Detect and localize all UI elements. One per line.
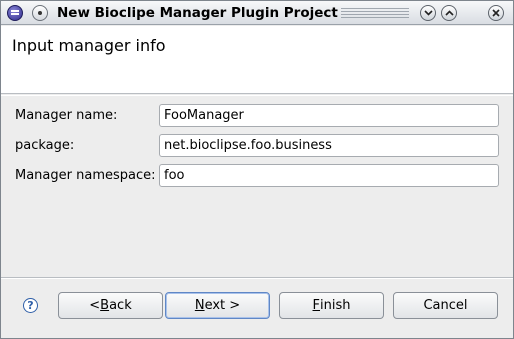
finish-button[interactable]: Finish	[279, 292, 384, 319]
back-label-rest: ack	[109, 298, 132, 313]
namespace-input[interactable]	[159, 164, 499, 187]
next-button[interactable]: Next >	[165, 292, 270, 319]
wizard-banner: Input manager info	[1, 26, 513, 94]
package-row: package:	[1, 134, 513, 158]
back-button[interactable]: < Back	[58, 292, 163, 319]
back-mnemonic: B	[100, 298, 110, 313]
window-menu-icon[interactable]	[32, 5, 48, 21]
wizard-dialog: New Bioclipe Manager Plugin Project Inpu…	[0, 0, 514, 339]
chevron-up-icon	[444, 10, 454, 16]
manager-name-input[interactable]	[159, 104, 499, 127]
package-label: package:	[15, 138, 75, 153]
finish-mnemonic: F	[312, 298, 320, 313]
namespace-label: Manager namespace:	[15, 168, 156, 183]
minimize-button[interactable]	[420, 5, 436, 21]
next-mnemonic: N	[194, 298, 205, 313]
manager-name-label: Manager name:	[15, 108, 118, 123]
finish-label-rest: inish	[320, 298, 351, 313]
maximize-button[interactable]	[441, 5, 457, 21]
window-title: New Bioclipe Manager Plugin Project	[57, 5, 338, 21]
page-title: Input manager info	[12, 36, 166, 55]
next-label-rest: ext >	[204, 298, 241, 313]
help-icon[interactable]: ?	[23, 298, 38, 313]
title-grip	[341, 8, 409, 19]
package-input[interactable]	[159, 134, 499, 157]
back-prefix: <	[89, 298, 101, 313]
eclipse-app-icon	[7, 5, 23, 21]
namespace-row: Manager namespace:	[1, 164, 513, 188]
cancel-button[interactable]: Cancel	[393, 292, 498, 319]
chevron-down-icon	[423, 10, 433, 16]
close-button[interactable]	[488, 5, 504, 21]
close-icon	[492, 9, 500, 17]
title-bar[interactable]: New Bioclipe Manager Plugin Project	[1, 1, 513, 25]
manager-name-row: Manager name:	[1, 104, 513, 128]
button-bar-divider	[1, 277, 513, 279]
banner-divider	[1, 95, 513, 96]
